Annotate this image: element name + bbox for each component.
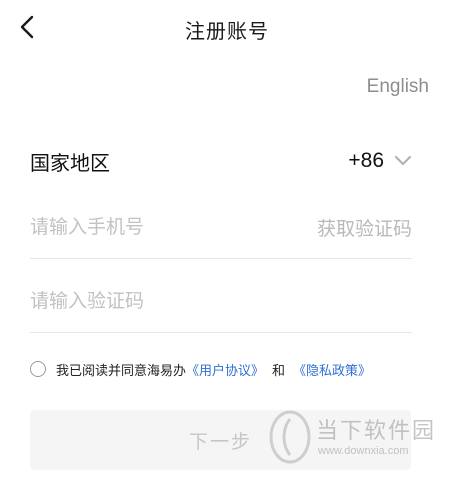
agreement-text: 我已阅读并同意海易办 — [56, 363, 187, 379]
agreement-checkbox[interactable] — [30, 361, 46, 377]
chevron-down-icon — [394, 155, 412, 166]
country-region-label: 国家地区 — [30, 150, 110, 175]
agreement-row: 我已阅读并同意海易办 《用户协议》 和 《隐私政策》 — [30, 358, 434, 380]
verification-code-input[interactable] — [30, 290, 330, 312]
register-screen: 注册账号 English 国家地区 +86 获取验证码 我已阅读并同意海易办 《… — [0, 0, 454, 480]
phone-number-input[interactable] — [30, 216, 260, 238]
divider — [30, 258, 412, 259]
get-verification-code-button[interactable]: 获取验证码 — [317, 214, 412, 241]
agreement-and-text: 和 — [272, 363, 286, 379]
country-code-value: +86 — [348, 149, 384, 172]
country-code-group: +86 — [348, 149, 412, 173]
next-step-button[interactable]: 下一步 — [30, 410, 411, 470]
language-switch-link[interactable]: English — [367, 76, 429, 98]
phone-row: 获取验证码 — [30, 207, 412, 247]
user-agreement-link[interactable]: 《用户协议》 — [186, 360, 264, 379]
verification-code-row — [30, 281, 412, 321]
country-region-selector[interactable]: 国家地区 +86 — [30, 143, 412, 179]
privacy-policy-link[interactable]: 《隐私政策》 — [293, 360, 371, 379]
page-title: 注册账号 — [185, 19, 269, 43]
divider — [30, 332, 412, 333]
